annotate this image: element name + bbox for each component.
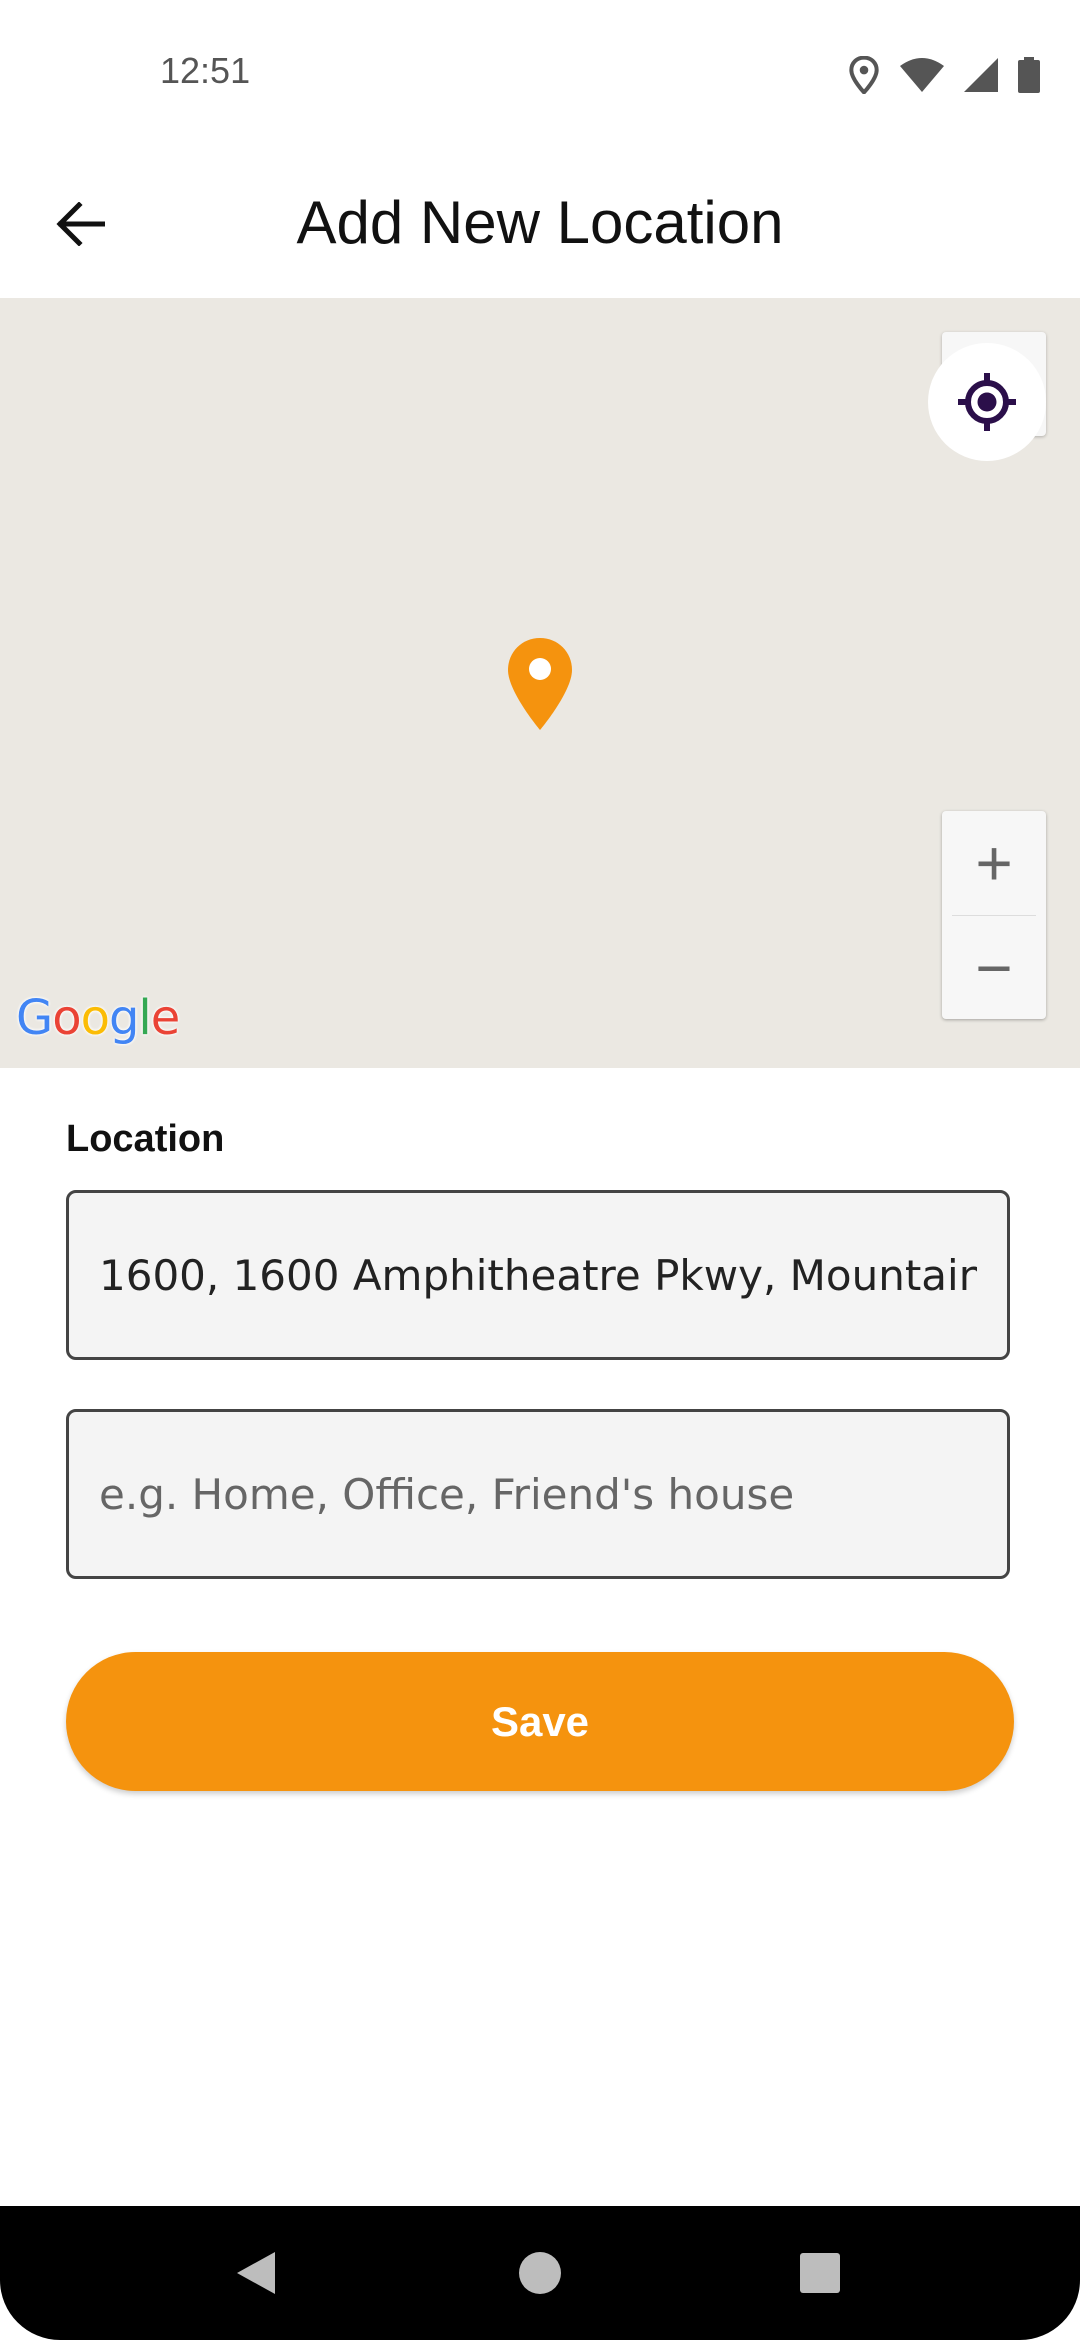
back-triangle-icon	[237, 2252, 275, 2294]
nav-home-button[interactable]	[470, 2206, 610, 2340]
status-bar: 12:51	[0, 0, 1080, 150]
location-name-input[interactable]	[66, 1409, 1010, 1579]
page-title: Add New Location	[296, 189, 784, 256]
crosshair-icon	[958, 373, 1016, 431]
location-label: Location	[66, 1118, 225, 1160]
status-icons	[848, 50, 1040, 100]
signal-icon	[964, 58, 998, 92]
battery-icon	[1018, 57, 1040, 93]
system-nav-bar	[0, 2206, 1080, 2340]
status-time: 12:51	[160, 50, 251, 91]
location-pin-icon[interactable]	[505, 636, 575, 732]
zoom-controls: + −	[942, 811, 1046, 1019]
address-input[interactable]	[66, 1190, 1010, 1360]
app-bar: Add New Location	[0, 150, 1080, 298]
recents-square-icon	[800, 2253, 840, 2293]
home-circle-icon	[519, 2252, 561, 2294]
google-logo: Google	[16, 990, 180, 1046]
my-location-button[interactable]	[928, 343, 1046, 461]
wifi-icon	[900, 58, 944, 92]
location-icon	[849, 56, 879, 94]
zoom-out-button[interactable]: −	[942, 916, 1046, 1020]
nav-recents-button[interactable]	[750, 2206, 890, 2340]
zoom-in-button[interactable]: +	[942, 811, 1046, 915]
nav-back-button[interactable]	[186, 2206, 326, 2340]
map-view[interactable]: + − Google	[0, 298, 1080, 1068]
save-button[interactable]: Save	[66, 1652, 1014, 1791]
